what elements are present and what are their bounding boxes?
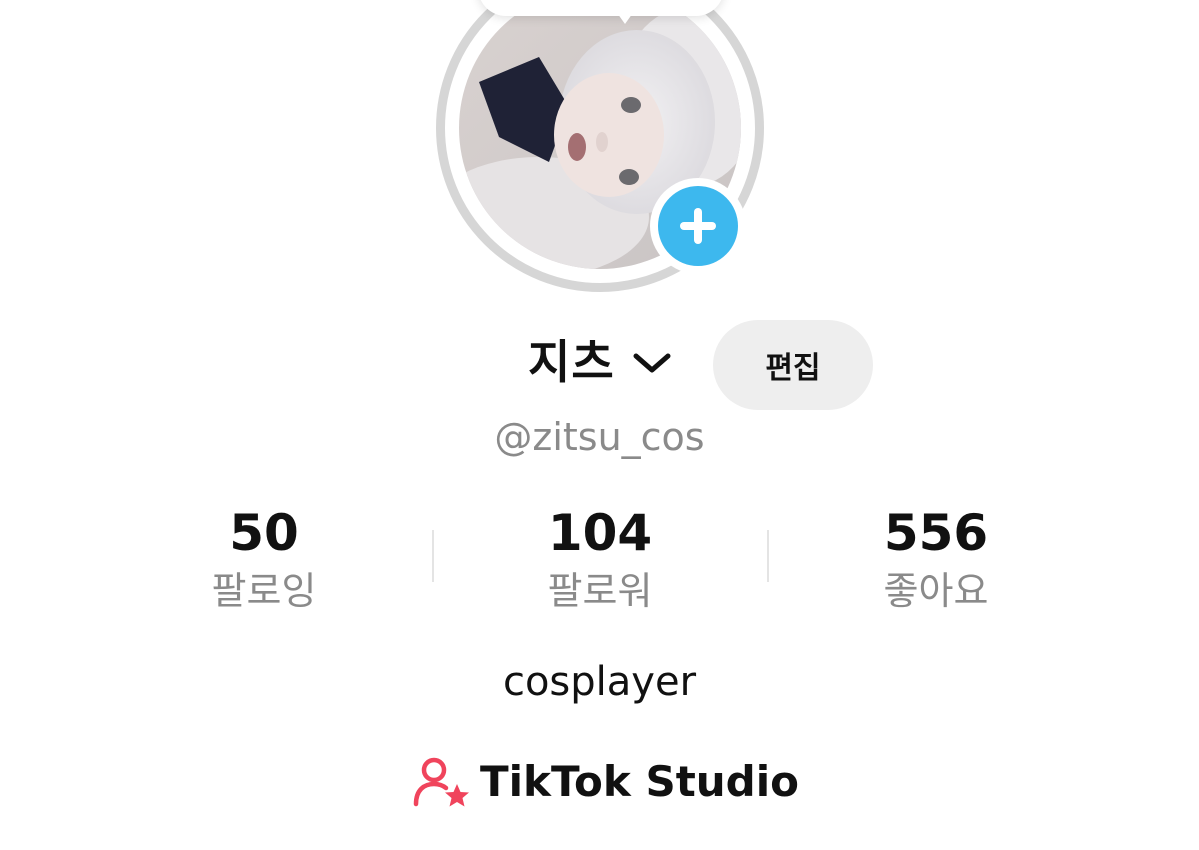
stat-label: 팔로워 — [547, 569, 653, 613]
stat-divider — [432, 530, 434, 582]
username: @zitsu_cos — [494, 415, 705, 459]
tiktok-studio-label: TikTok Studio — [480, 757, 799, 806]
stat-following[interactable]: 50 팔로잉 — [144, 500, 384, 616]
plus-icon — [658, 186, 738, 266]
stat-likes[interactable]: 556 좋아요 — [816, 500, 1056, 616]
stat-label: 팔로잉 — [211, 569, 317, 613]
stat-divider — [767, 530, 769, 582]
display-name[interactable]: 지츠 — [528, 332, 615, 392]
chevron-down-icon[interactable] — [630, 348, 674, 378]
note-bubble[interactable] — [478, 0, 724, 16]
profile-screen: 지츠 편집 @zitsu_cos 50 팔로잉 104 팔로워 556 좋아요 … — [0, 0, 1199, 850]
stat-followers[interactable]: 104 팔로워 — [480, 500, 720, 616]
creator-star-icon — [413, 757, 469, 807]
stat-label: 좋아요 — [883, 569, 989, 613]
stat-value: 50 — [229, 504, 299, 562]
stat-value: 104 — [547, 504, 653, 562]
tiktok-studio-link[interactable]: TikTok Studio — [412, 752, 799, 812]
name-row: 지츠 편집 — [0, 320, 1199, 410]
profile-stats: 50 팔로잉 104 팔로워 556 좋아요 — [0, 500, 1199, 620]
stat-value: 556 — [883, 504, 989, 562]
add-photo-button[interactable] — [650, 178, 746, 274]
bio: cosplayer — [502, 659, 697, 705]
edit-profile-button[interactable]: 편집 — [713, 320, 873, 410]
